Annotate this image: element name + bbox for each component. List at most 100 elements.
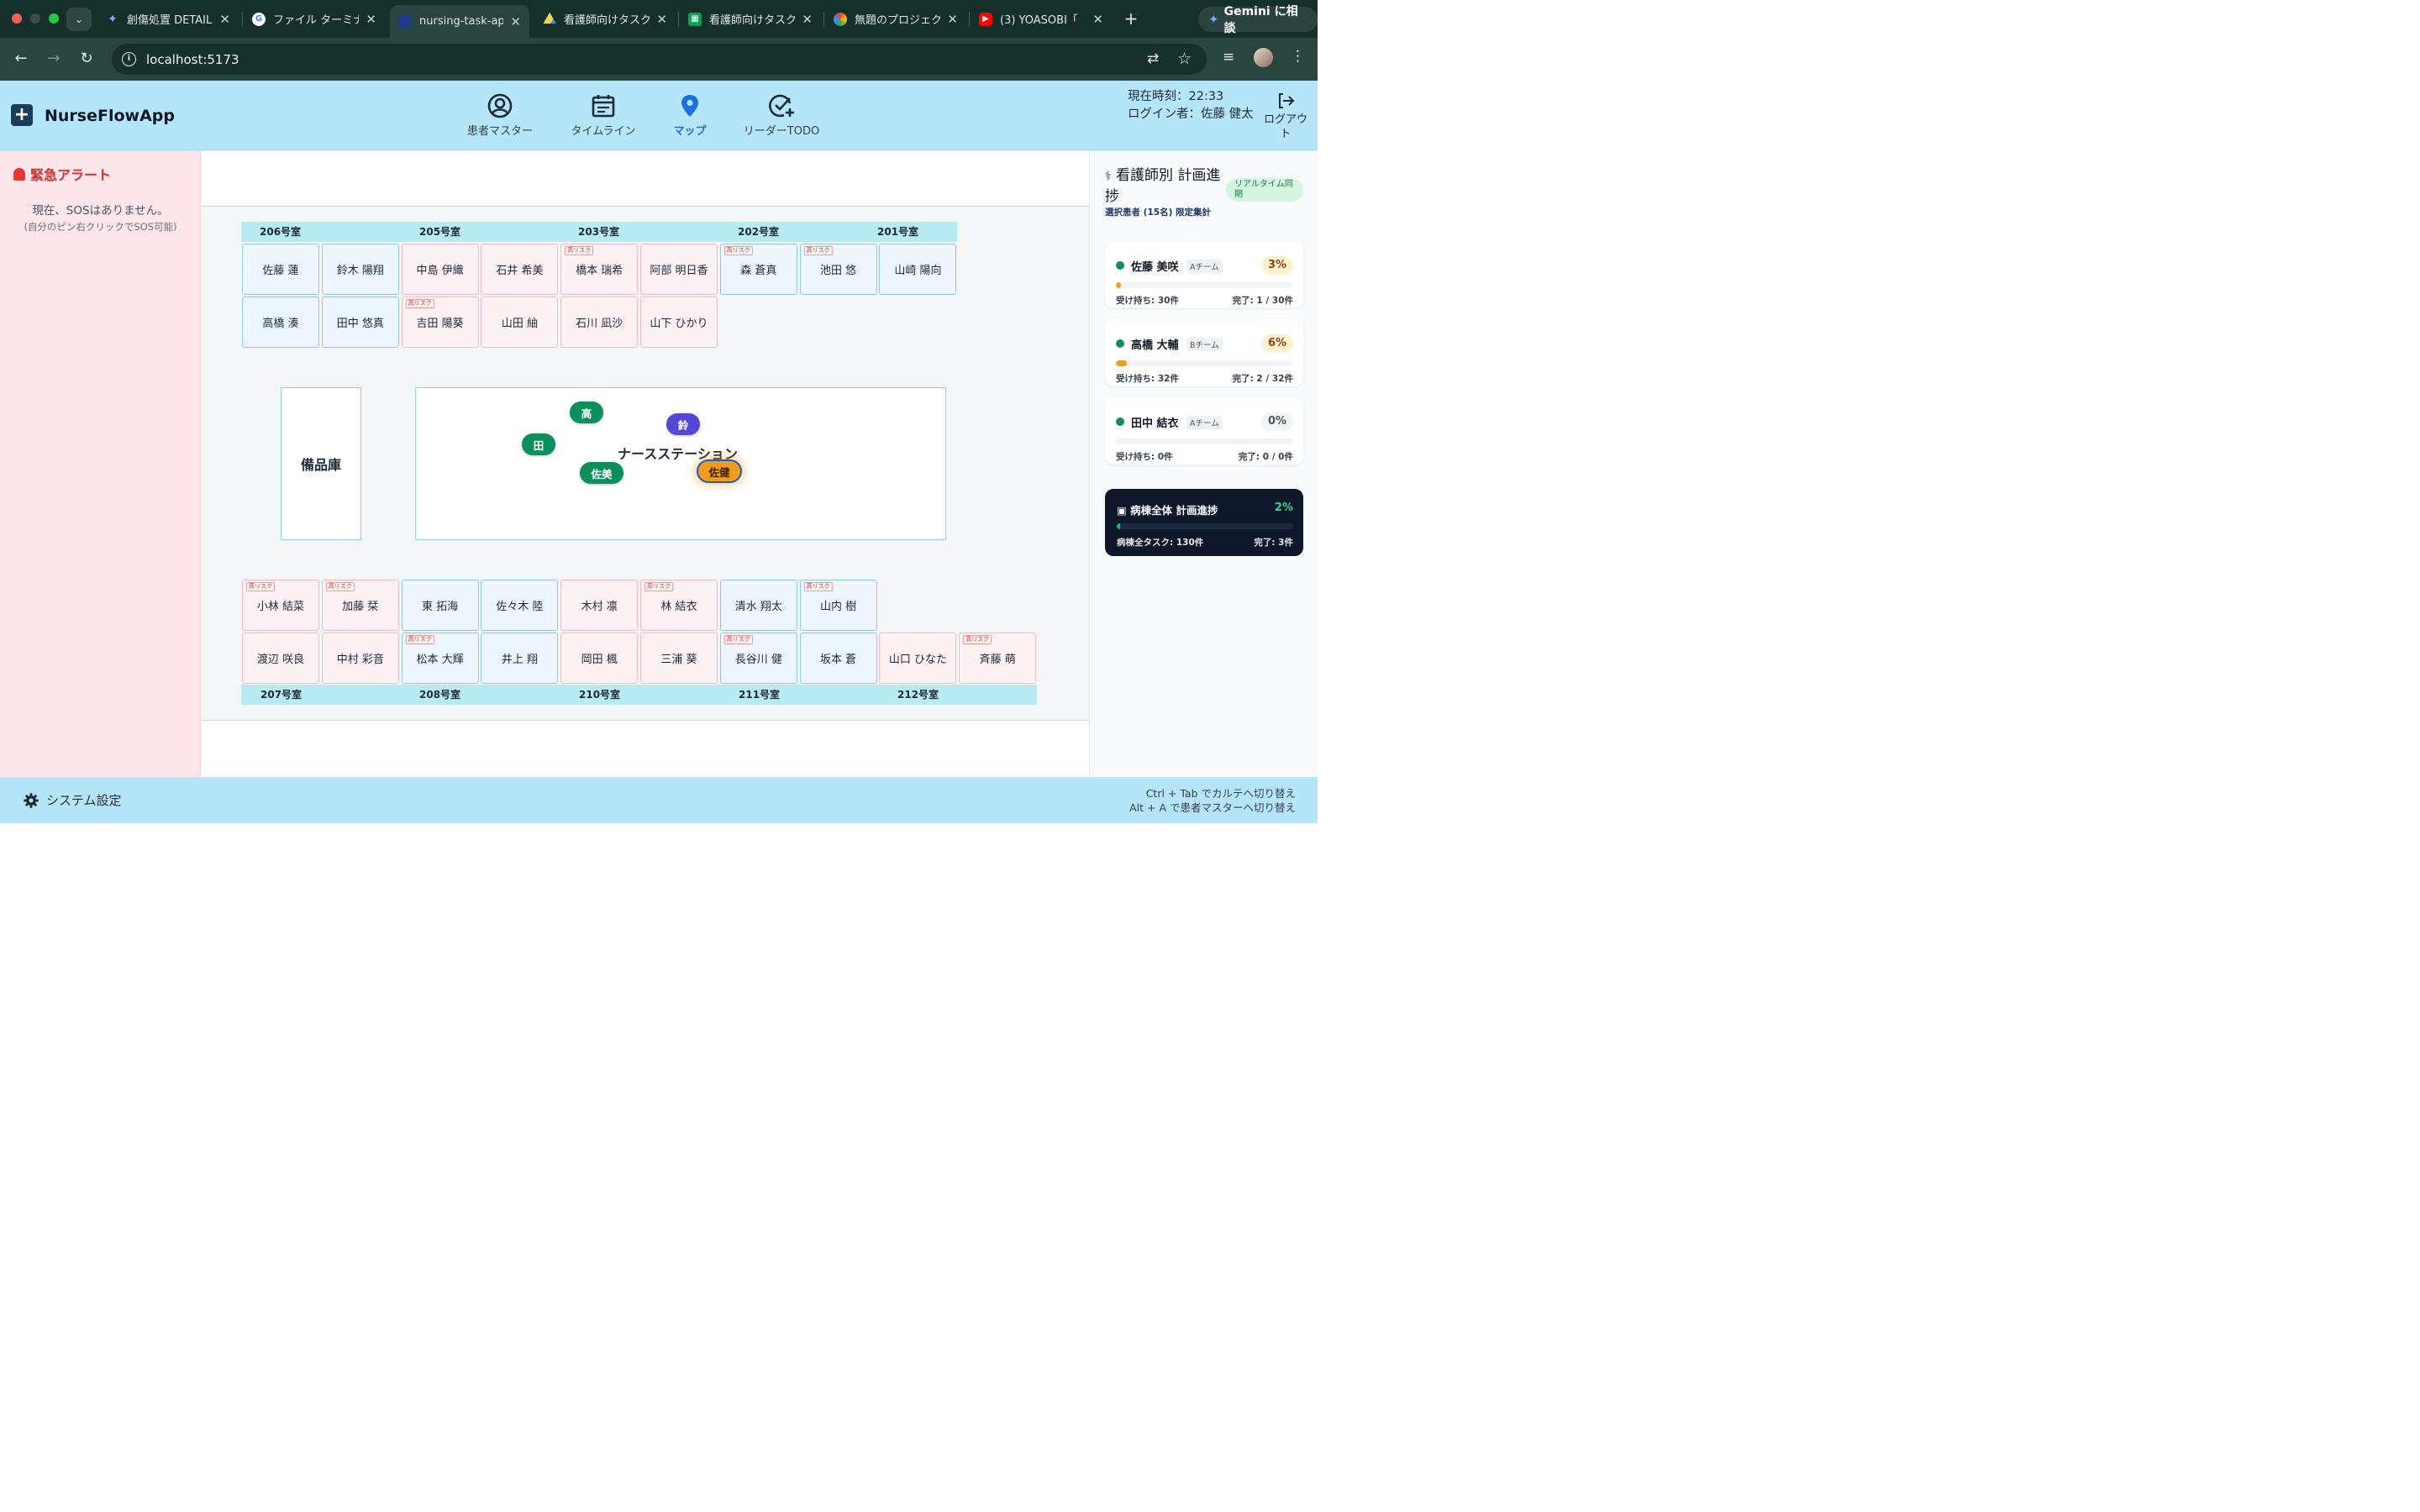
patient-bed[interactable]: 高リスク 橋本 瑞希 [560, 244, 639, 295]
patient-name: 石川 凪沙 [576, 318, 623, 330]
bookmark-star-icon[interactable]: ☆ [1177, 50, 1192, 68]
nav-map[interactable]: マップ [669, 92, 711, 138]
patient-bed[interactable]: 石井 希美 [481, 244, 559, 295]
plus-icon: + [1123, 8, 1139, 29]
system-settings-button[interactable]: システム設定 [23, 791, 122, 809]
patient-bed[interactable]: 佐々木 陸 [481, 580, 559, 631]
nurse-progress-card[interactable]: 田中 結衣 Aチーム 0% 受け持ち: 0件 完了: 0 / 0件 [1105, 397, 1303, 465]
patient-bed[interactable]: 高リスク 加藤 栞 [321, 580, 399, 631]
patient-name: 橋本 瑞希 [576, 265, 623, 277]
translate-icon[interactable]: ⇄ [1147, 50, 1159, 67]
browser-tab-2[interactable]: G ファイル ターミナ ✕ [244, 5, 385, 33]
patient-bed[interactable]: 高リスク 吉田 陽葵 [401, 297, 479, 348]
high-risk-badge: 高リスク [246, 582, 275, 591]
nav-patient-master[interactable]: 患者マスター [465, 92, 535, 138]
media-control-icon[interactable]: ≡ [1223, 49, 1234, 66]
patient-bed[interactable]: 山田 紬 [481, 297, 559, 348]
my-nurse-pin[interactable]: 佐健 [697, 459, 742, 483]
patient-bed[interactable]: 東 拓海 [401, 580, 479, 631]
patient-bed[interactable]: 木村 凛 [560, 580, 639, 631]
nurse-pin[interactable]: 高 [570, 402, 603, 423]
high-risk-badge: 高リスク [644, 582, 673, 591]
tab-search-button[interactable]: ⌄ [66, 8, 92, 31]
browser-tab-4[interactable]: 看護師向けタスク ✕ [534, 5, 676, 33]
browser-tab-3[interactable]: nursing-task-ap ✕ [390, 5, 529, 38]
maximize-window-button[interactable] [49, 13, 59, 24]
nurse-progress-card[interactable]: 高橋 大輔 Bチーム 6% 受け持ち: 32件 完了: 2 / 32件 [1105, 319, 1303, 386]
close-tab-icon[interactable]: ✕ [947, 12, 958, 27]
patient-bed[interactable]: 高リスク森 蒼真 [719, 244, 797, 295]
nurse-pin[interactable]: 佐美 [580, 462, 623, 484]
new-tab-button[interactable]: + [1121, 8, 1141, 29]
app-icon [398, 14, 412, 29]
patient-bed[interactable]: 渡辺 咲良 [242, 633, 319, 684]
patient-bed[interactable]: 阿部 明日香 [640, 244, 718, 295]
info-icon[interactable]: i [122, 52, 136, 66]
progress-bar [1116, 438, 1292, 444]
patient-bed[interactable]: 清水 翔太 [719, 580, 797, 631]
patient-name: 中村 彩音 [336, 654, 384, 666]
browser-tab-1[interactable]: ✦ 創傷処置 DETAIL ✕ [97, 5, 239, 33]
minimize-window-button[interactable] [30, 13, 40, 24]
realtime-sync-badge: リアルタイム同期 [1226, 178, 1303, 202]
back-button[interactable]: ← [10, 48, 32, 70]
profile-avatar[interactable] [1254, 48, 1273, 67]
patient-bed[interactable]: 鈴木 陽翔 [321, 244, 399, 295]
patient-bed[interactable]: 田中 悠真 [321, 297, 399, 348]
browser-tab-6[interactable]: 無題のプロジェク ✕ [825, 5, 966, 33]
reload-button[interactable]: ↻ [76, 48, 97, 70]
close-tab-icon[interactable]: ✕ [219, 12, 230, 27]
nav-timeline[interactable]: タイムライン [568, 92, 639, 138]
address-bar[interactable]: i localhost:5173 ⇄ ☆ [112, 44, 1207, 75]
patient-bed[interactable]: 中村 彩音 [321, 633, 399, 684]
nurse-progress-card[interactable]: 佐藤 美咲 Aチーム 3% 受け持ち: 30件 完了: 1 / 30件 [1105, 241, 1303, 308]
logout-button[interactable]: ログアウト [1262, 91, 1309, 141]
patient-bed[interactable]: 石川 凪沙 [560, 297, 639, 348]
close-tab-icon[interactable]: ✕ [510, 14, 521, 29]
nurse-pin[interactable]: 田 [522, 433, 555, 455]
forward-button[interactable]: → [43, 48, 65, 70]
close-tab-icon[interactable]: ✕ [366, 12, 376, 27]
app-footer: システム設定 Ctrl + Tab でカルテへ切り替え Alt + A で患者マ… [0, 777, 1318, 823]
patient-bed[interactable]: 山口 ひなた [879, 633, 957, 684]
more-menu-icon[interactable]: ⋮ [1291, 48, 1305, 65]
youtube-icon: ▶ [979, 12, 992, 26]
status-dot [1116, 417, 1124, 426]
drive-icon [543, 12, 556, 24]
browser-tab-5[interactable]: ▦ 看護師向けタスク ✕ [680, 5, 821, 33]
patient-name: 清水 翔太 [734, 601, 782, 613]
google-g-icon: G [252, 12, 266, 26]
nav-leader-todo[interactable]: リーダーTODO [743, 92, 820, 138]
gemini-button[interactable]: ✦ Gemini に相談 [1198, 5, 1318, 35]
room-label: 205号室 [419, 226, 461, 238]
patient-name: 山下 ひかり [650, 318, 708, 330]
map-bottom-spacer [202, 721, 1089, 777]
current-time: 現在時刻：22:33 [1128, 90, 1224, 103]
close-tab-icon[interactable]: ✕ [802, 12, 813, 27]
patient-bed[interactable]: 高リスク林 結衣 [640, 580, 718, 631]
patient-bed[interactable]: 高橋 湊 [242, 297, 319, 348]
stethoscope-icon: ⚕ [1105, 170, 1112, 183]
patient-bed[interactable]: 山崎 陽向 [879, 244, 957, 295]
patient-bed[interactable]: 高リスク 池田 悠 [799, 244, 877, 295]
close-window-button[interactable] [12, 13, 22, 24]
nurse-pin[interactable]: 鈴 [666, 413, 700, 435]
close-tab-icon[interactable]: ✕ [1092, 12, 1103, 27]
patient-bed[interactable]: 岡田 楓 [560, 633, 639, 684]
progress-percent: 3% [1261, 256, 1293, 275]
patient-bed[interactable]: 三浦 葵 [640, 633, 718, 684]
browser-tab-bar: ⌄ ✦ 創傷処置 DETAIL ✕ G ファイル ターミナ ✕ nursing-… [0, 0, 1318, 38]
patient-bed[interactable]: 高リスク 松本 大輝 [401, 633, 479, 684]
close-tab-icon[interactable]: ✕ [656, 12, 667, 27]
assigned-count: 受け持ち: 30件 [1116, 296, 1179, 306]
patient-bed[interactable]: 高リスク 斉藤 萌 [959, 633, 1037, 684]
patient-bed[interactable]: 山下 ひかり [640, 297, 718, 348]
patient-bed[interactable]: 高リスク 長谷川 健 [719, 633, 797, 684]
patient-bed[interactable]: 坂本 蒼 [799, 633, 877, 684]
patient-bed[interactable]: 高リスク 山内 樹 [799, 580, 877, 631]
patient-bed[interactable]: 佐藤 蓮 [242, 244, 319, 295]
browser-tab-7[interactable]: ▶ (3) YOASOBI「 ✕ [971, 5, 1112, 33]
patient-bed[interactable]: 高リスク 小林 結菜 [242, 580, 319, 631]
patient-bed[interactable]: 井上 翔 [481, 633, 559, 684]
patient-bed[interactable]: 中島 伊織 [401, 244, 479, 295]
